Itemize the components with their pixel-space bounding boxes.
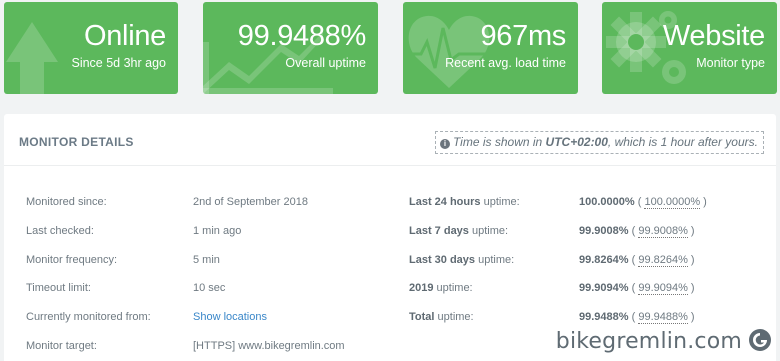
detail-row: Monitor frequency: 5 min [26, 252, 386, 268]
uptime-period: Last 24 hours [409, 196, 481, 208]
panel-header: MONITOR DETAILS i Time is shown in UTC+02… [4, 114, 776, 166]
uptime-period: Last 7 days [409, 225, 469, 237]
monitor-details-panel: MONITOR DETAILS i Time is shown in UTC+02… [4, 114, 776, 361]
panel-title: MONITOR DETAILS [19, 135, 134, 149]
status-tile-type: Website Monitor type [602, 2, 777, 94]
detail-key: Monitored since: [26, 196, 107, 208]
uptime-key: Last 7 days uptime: [409, 223, 508, 239]
uptime-key: Total uptime: [409, 309, 474, 325]
tile-label: Since 5d 3hr ago [71, 56, 166, 70]
uptime-value: 99.9008% ( 99.9008% ) [579, 225, 695, 238]
uptime-row: Last 24 hours uptime: 100.0000% ( 100.00… [409, 194, 769, 210]
watermark: bikegremlin.com [556, 327, 772, 357]
detail-value: 10 sec [193, 282, 226, 294]
uptime-suffix: uptime: [433, 282, 473, 294]
detail-row: Monitor target: [HTTPS] www.bikegremlin.… [26, 338, 386, 354]
timezone-note: i Time is shown in UTC+02:00, which is 1 … [434, 131, 764, 154]
detail-row: Currently monitored from: Show locations [26, 309, 386, 325]
uptime-percent-detail[interactable]: 99.9488% [638, 311, 688, 324]
show-locations-link[interactable]: Show locations [193, 309, 267, 325]
uptime-row: Last 30 days uptime: 99.8264% ( 99.8264%… [409, 252, 769, 268]
detail-key: Timeout limit: [26, 282, 91, 294]
tz-zone: UTC+02:00 [545, 135, 608, 149]
uptime-row: 2019 uptime: 99.9094% ( 99.9094% ) [409, 280, 769, 296]
tile-value: Website [662, 20, 765, 52]
status-tile-load-time: 967ms Recent avg. load time [403, 2, 578, 94]
uptime-row: Last 7 days uptime: 99.9008% ( 99.9008% … [409, 223, 769, 239]
status-tile-online: Online Since 5d 3hr ago [4, 2, 178, 94]
tile-label: Recent avg. load time [445, 56, 566, 70]
uptime-percent: 99.9488% [579, 311, 629, 323]
status-tiles: Online Since 5d 3hr ago 99.9488% Overall… [0, 0, 780, 96]
tz-suffix: , which is 1 hour after yours. [607, 135, 758, 149]
uptime-value: 99.9094% ( 99.9094% ) [579, 282, 695, 295]
gremlin-logo-icon [749, 329, 771, 351]
uptime-suffix: uptime: [480, 196, 520, 208]
uptime-key: Last 30 days uptime: [409, 252, 514, 268]
uptime-percent-detail[interactable]: 99.9094% [638, 282, 688, 295]
detail-row: Timeout limit: 10 sec [26, 280, 386, 296]
uptime-percent: 99.9094% [579, 282, 629, 294]
tile-label: Monitor type [696, 56, 765, 70]
uptime-percent-detail[interactable]: 99.8264% [638, 254, 688, 267]
detail-value: 2nd of September 2018 [193, 196, 308, 208]
tile-label: Overall uptime [285, 56, 366, 70]
uptime-row: Total uptime: 99.9488% ( 99.9488% ) [409, 309, 769, 325]
tile-value: 967ms [480, 20, 566, 52]
detail-value: [HTTPS] www.bikegremlin.com [193, 340, 345, 352]
detail-key: Currently monitored from: [26, 311, 151, 323]
detail-key: Monitor target: [26, 340, 97, 352]
uptime-period: 2019 [409, 282, 434, 294]
detail-value: 1 min ago [193, 225, 242, 237]
uptime-percent: 99.9008% [579, 225, 629, 237]
detail-key: Monitor frequency: [26, 254, 118, 266]
uptime-value: 100.0000% ( 100.0000% ) [579, 196, 707, 209]
uptime-period: Total [409, 311, 435, 323]
uptime-period: Last 30 days [409, 254, 476, 266]
uptime-key: Last 24 hours uptime: [409, 194, 520, 210]
tile-value: Online [83, 20, 166, 52]
detail-value: 5 min [193, 254, 220, 266]
uptime-percent: 100.0000% [579, 196, 635, 208]
status-tile-uptime: 99.9488% Overall uptime [203, 2, 378, 94]
watermark-text: bikegremlin.com [555, 329, 742, 354]
detail-row: Monitored since: 2nd of September 2018 [26, 194, 386, 210]
uptime-suffix: uptime: [475, 254, 515, 266]
uptime-value: 99.9488% ( 99.9488% ) [579, 311, 695, 324]
uptime-percent: 99.8264% [579, 254, 629, 266]
uptime-value: 99.8264% ( 99.8264% ) [579, 254, 695, 267]
tile-value: 99.9488% [237, 20, 367, 52]
uptime-suffix: uptime: [434, 311, 474, 323]
uptime-suffix: uptime: [468, 225, 509, 237]
detail-key: Last checked: [26, 225, 94, 237]
detail-row: Last checked: 1 min ago [26, 223, 386, 239]
info-icon: i [439, 139, 450, 149]
uptime-key: 2019 uptime: [409, 280, 473, 296]
uptime-percent-detail[interactable]: 100.0000% [644, 196, 701, 209]
tz-prefix: Time is shown in [452, 135, 546, 149]
uptime-percent-detail[interactable]: 99.9008% [638, 225, 688, 238]
